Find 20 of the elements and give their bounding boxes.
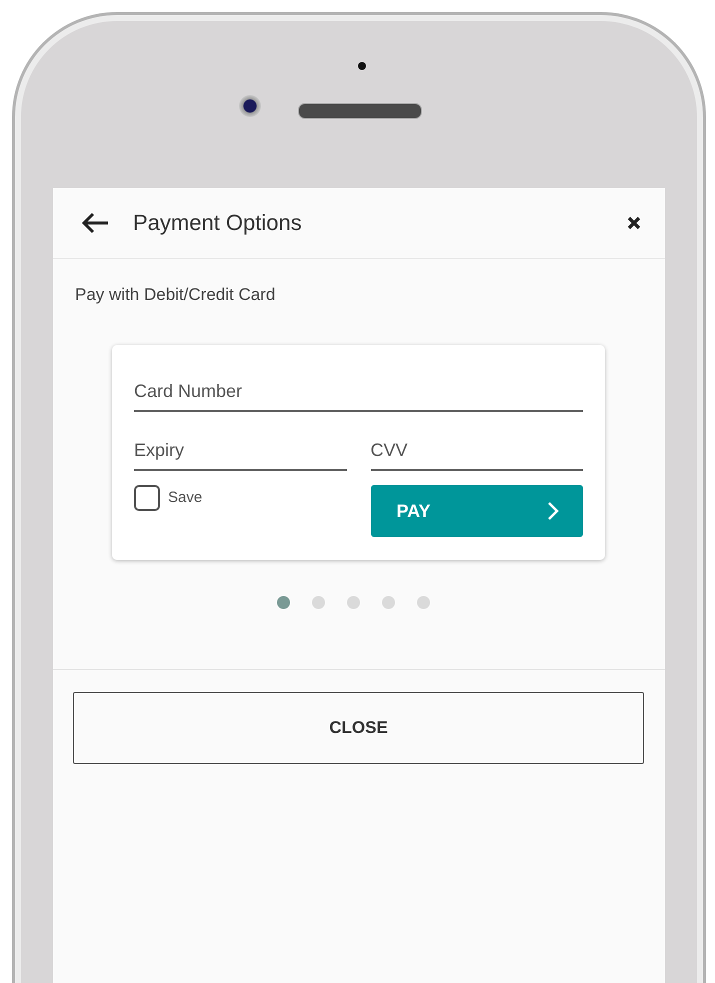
sensor-icon	[358, 62, 366, 70]
expiry-field[interactable]: Expiry	[134, 434, 346, 471]
chevron-right-icon	[547, 501, 559, 521]
pay-button[interactable]: PAY	[370, 485, 583, 537]
page-title: Payment Options	[133, 210, 303, 236]
speaker-icon	[298, 103, 422, 119]
pager-dot[interactable]	[416, 596, 430, 609]
close-icon[interactable]	[627, 216, 641, 230]
pager-dot[interactable]	[276, 596, 290, 609]
pager-dot[interactable]	[382, 596, 394, 609]
back-arrow-icon[interactable]	[81, 212, 109, 234]
save-label: Save	[168, 489, 202, 506]
cvv-field[interactable]: CVV	[370, 434, 583, 471]
pager-dot[interactable]	[346, 596, 360, 609]
close-button[interactable]: CLOSE	[73, 692, 644, 764]
section-heading: Pay with Debit/Credit Card	[75, 285, 276, 305]
card-number-field[interactable]: Card Number	[134, 375, 583, 412]
pager-dot[interactable]	[312, 596, 324, 609]
camera-icon	[239, 95, 261, 117]
save-checkbox[interactable]	[134, 485, 160, 511]
